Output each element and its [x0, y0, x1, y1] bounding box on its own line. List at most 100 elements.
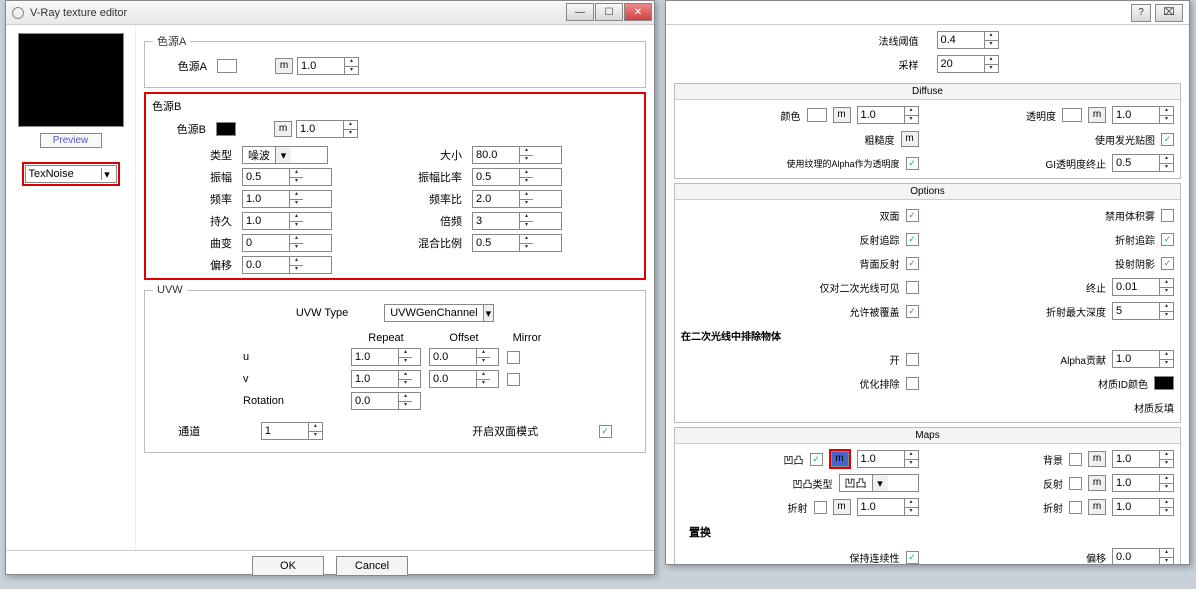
noise-type-combo[interactable]: 噪波▾	[242, 146, 328, 164]
source-b-legend: 色源B	[152, 98, 638, 114]
refr-trace-checkbox[interactable]: ✓	[1161, 233, 1174, 246]
octave-spinner[interactable]: ▴▾	[472, 212, 562, 230]
source-a-spinner[interactable]: ▴▾	[297, 57, 359, 75]
disp-offset-spinner[interactable]: ▴▾	[1112, 548, 1174, 564]
u-repeat-spinner[interactable]: ▴▾	[351, 348, 421, 366]
sidebar: Preview TexNoise ▾	[6, 25, 136, 550]
roughness-map-button[interactable]: m	[901, 131, 919, 147]
u-offset-spinner[interactable]: ▴▾	[429, 348, 499, 366]
texture-preview[interactable]	[18, 33, 124, 127]
cast-shadow-label: 投射阴影	[937, 256, 1156, 271]
amp-spinner[interactable]: ▴▾	[242, 168, 332, 186]
offset-spinner[interactable]: ▴▾	[242, 256, 332, 274]
freq-spinner[interactable]: ▴▾	[242, 190, 332, 208]
source-a-legend: 色源A	[153, 33, 190, 49]
titlebar[interactable]: V-Ray texture editor — ☐ ✕	[6, 1, 654, 25]
refraction-spinner[interactable]: ▴▾	[857, 498, 919, 516]
inflect-spinner[interactable]: ▴▾	[242, 234, 332, 252]
chevron-down-icon: ▾	[483, 305, 494, 321]
allow-override-checkbox[interactable]: ✓	[906, 305, 919, 318]
reflection-checkbox[interactable]	[1069, 477, 1082, 490]
size-spinner[interactable]: ▴▾	[472, 146, 562, 164]
back-refl-checkbox[interactable]: ✓	[906, 257, 919, 270]
bump-checkbox[interactable]: ✓	[810, 453, 823, 466]
tex-type-dropdown[interactable]: TexNoise ▾	[25, 165, 117, 183]
reflection-spinner[interactable]: ▴▾	[1112, 474, 1174, 492]
u-label: u	[243, 351, 343, 363]
double-side-checkbox[interactable]: ✓	[906, 209, 919, 222]
preview-button[interactable]: Preview	[40, 133, 102, 148]
sample-label: 采样	[899, 57, 919, 72]
bump-map-button[interactable]: m	[831, 451, 849, 467]
optimize-exclude-checkbox[interactable]	[906, 377, 919, 390]
gi-cutoff-spinner[interactable]: ▴▾	[1112, 154, 1174, 172]
maximize-button[interactable]: ☐	[595, 3, 623, 21]
offset-label: 偏移	[152, 257, 232, 273]
diffuse-color-swatch[interactable]	[807, 108, 827, 122]
right-titlebar[interactable]: ? ⌧	[666, 1, 1189, 25]
bump-type-combo[interactable]: 凹凸▾	[839, 474, 919, 492]
reflection-map-button[interactable]: m	[1088, 475, 1106, 491]
inflect-label: 曲变	[152, 235, 232, 251]
ampratio-spinner[interactable]: ▴▾	[472, 168, 562, 186]
background-checkbox[interactable]	[1069, 453, 1082, 466]
background-map-button[interactable]: m	[1088, 451, 1106, 467]
refraction2-checkbox[interactable]	[1069, 501, 1082, 514]
v-mirror-checkbox[interactable]	[507, 373, 520, 386]
secondary-only-checkbox[interactable]	[906, 281, 919, 294]
source-b-value[interactable]	[297, 121, 343, 137]
cutoff-spinner[interactable]: ▴▾	[1112, 278, 1174, 296]
diffuse-color-spinner[interactable]: ▴▾	[857, 106, 919, 124]
cast-shadow-checkbox[interactable]: ✓	[1161, 257, 1174, 270]
mat-refl-label: 材质反填	[937, 400, 1175, 415]
glow-map-checkbox[interactable]: ✓	[1161, 133, 1174, 146]
background-spinner[interactable]: ▴▾	[1112, 450, 1174, 468]
persist-spinner[interactable]: ▴▾	[242, 212, 332, 230]
source-a-swatch[interactable]	[217, 59, 237, 73]
double-side-checkbox[interactable]: ✓	[599, 425, 612, 438]
mat-id-color-swatch[interactable]	[1154, 376, 1174, 390]
refraction-checkbox[interactable]	[814, 501, 827, 514]
displacement-header: 置换	[675, 522, 1180, 542]
transparency-spinner[interactable]: ▴▾	[1112, 106, 1174, 124]
continuity-checkbox[interactable]: ✓	[906, 551, 919, 564]
refraction2-spinner[interactable]: ▴▾	[1112, 498, 1174, 516]
transparency-swatch[interactable]	[1062, 108, 1082, 122]
alpha-contrib-spinner[interactable]: ▴▾	[1112, 350, 1174, 368]
close-button[interactable]: ✕	[624, 3, 652, 21]
alpha-transparency-checkbox[interactable]: ✓	[906, 157, 919, 170]
diffuse-title: Diffuse	[675, 84, 1180, 100]
refraction2-map-button[interactable]: m	[1088, 499, 1106, 515]
cancel-button[interactable]: Cancel	[336, 556, 408, 576]
freqratio-spinner[interactable]: ▴▾	[472, 190, 562, 208]
rotation-spinner[interactable]: ▴▾	[351, 392, 421, 410]
source-b-swatch[interactable]	[216, 122, 236, 136]
refl-trace-checkbox[interactable]: ✓	[906, 233, 919, 246]
source-b-spinner[interactable]: ▴▾	[296, 120, 358, 138]
max-depth-spinner[interactable]: ▴▾	[1112, 302, 1174, 320]
alpha-contrib-label: Alpha贡献	[937, 352, 1107, 367]
source-a-value[interactable]	[298, 58, 344, 74]
bump-spinner[interactable]: ▴▾	[857, 450, 919, 468]
no-volume-fog-checkbox[interactable]	[1161, 209, 1174, 222]
mixratio-spinner[interactable]: ▴▾	[472, 234, 562, 252]
u-mirror-checkbox[interactable]	[507, 351, 520, 364]
help-button[interactable]: ?	[1131, 4, 1151, 22]
ok-button[interactable]: OK	[252, 556, 324, 576]
source-b-map-button[interactable]: m	[274, 121, 292, 137]
source-a-map-button[interactable]: m	[275, 58, 293, 74]
uvw-type-combo[interactable]: UVWGenChannel▾	[384, 304, 494, 322]
normal-threshold-spinner[interactable]: ▴▾	[937, 31, 999, 49]
refraction-map-button[interactable]: m	[833, 499, 851, 515]
repeat-header: Repeat	[351, 332, 421, 344]
diffuse-color-map-button[interactable]: m	[833, 107, 851, 123]
v-offset-spinner[interactable]: ▴▾	[429, 370, 499, 388]
channel-spinner[interactable]: ▴▾	[261, 422, 323, 440]
close-button[interactable]: ⌧	[1155, 4, 1183, 22]
minimize-button[interactable]: —	[566, 3, 594, 21]
transparency-label: 透明度	[937, 108, 1057, 123]
v-repeat-spinner[interactable]: ▴▾	[351, 370, 421, 388]
transparency-map-button[interactable]: m	[1088, 107, 1106, 123]
sample-spinner[interactable]: ▴▾	[937, 55, 999, 73]
open-checkbox[interactable]	[906, 353, 919, 366]
